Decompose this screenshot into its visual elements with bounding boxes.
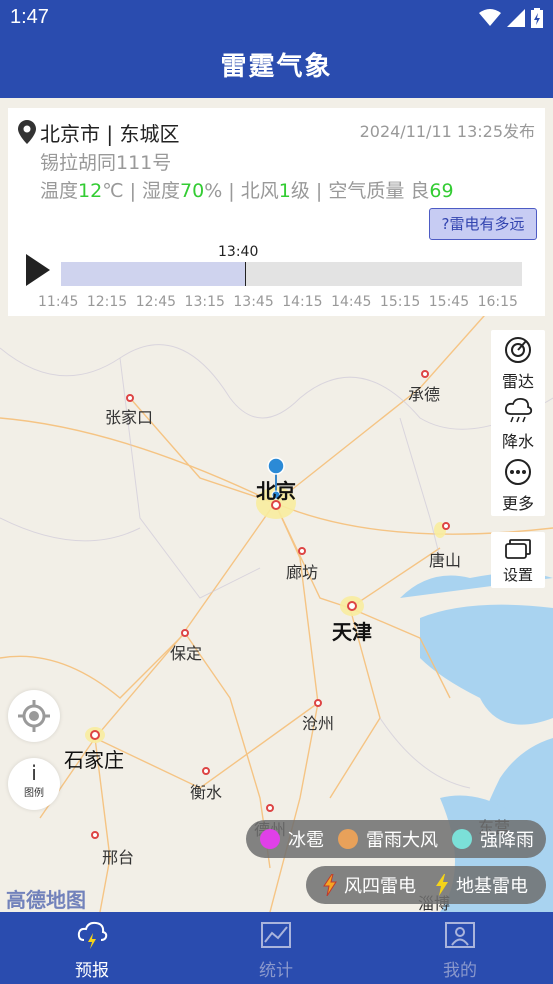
map-provider-logo: 高德地图	[6, 888, 86, 912]
location-pin-icon	[18, 120, 36, 144]
weather-info-card: 北京市 | 东城区 2024/11/11 13:25发布 锡拉胡同111号 温度…	[8, 108, 545, 316]
tab-profile-label: 我的	[443, 961, 477, 981]
city-hengshui: 衡水	[190, 783, 223, 802]
crosshair-icon	[18, 700, 50, 732]
play-icon[interactable]	[26, 254, 50, 286]
radar-icon	[505, 337, 531, 363]
lightning-icon	[436, 874, 448, 896]
temp-unit: ℃ | 湿度	[102, 180, 181, 202]
city-zhangjiakou: 张家口	[105, 408, 154, 427]
cloud-lightning-icon	[77, 921, 108, 949]
legend-button[interactable]: i 图例	[8, 758, 60, 810]
info-icon: i	[31, 761, 37, 785]
legend-heavy-rain: 强降雨	[480, 830, 534, 851]
city-beijing: 北京	[256, 479, 296, 503]
tick-label: 13:15	[184, 294, 225, 310]
page-title: 雷霆气象	[220, 52, 333, 82]
legend-storm-wind: 雷雨大风	[366, 830, 438, 851]
lightning-icon	[323, 874, 337, 896]
tick-label: 14:45	[331, 294, 372, 310]
tab-stats[interactable]: 统计	[184, 912, 368, 984]
publish-time: 2024/11/11 13:25发布	[359, 122, 535, 141]
tick-label: 13:45	[233, 294, 274, 310]
status-bar: 1:47	[0, 0, 553, 36]
legend-button-label: 图例	[24, 788, 44, 799]
weather-summary: 温度12℃ | 湿度70% | 北风1级 | 空气质量 良69	[40, 176, 454, 203]
status-icons	[479, 8, 543, 28]
temp-label: 温度	[40, 180, 79, 202]
temp-value: 12	[78, 180, 103, 202]
precip-label: 降水	[501, 432, 534, 451]
tab-profile[interactable]: 我的	[368, 912, 552, 984]
wifi-icon	[479, 9, 501, 26]
tick-label: 16:15	[477, 294, 518, 310]
air-prefix: 级 | 空气质量 良	[290, 180, 430, 202]
storm-wind-dot-icon	[338, 829, 358, 849]
address: 锡拉胡同111号	[40, 152, 172, 174]
layers-icon	[505, 539, 531, 559]
precip-button[interactable]: 降水	[491, 396, 545, 452]
city-cangzhou: 沧州	[302, 714, 335, 733]
more-button[interactable]: 更多	[491, 458, 545, 514]
city-xingtai: 邢台	[102, 848, 135, 867]
timeline-progress	[61, 262, 246, 286]
battery-icon	[531, 8, 543, 28]
tick-label: 12:15	[86, 294, 128, 310]
tick-label: 15:15	[379, 294, 421, 310]
status-time: 1:47	[10, 6, 49, 28]
tab-stats-label: 统计	[259, 961, 293, 981]
timeline-ticks: 11:45 12:15 12:45 13:15 13:45 14:15 14:4…	[38, 294, 518, 310]
location-name: 北京市 | 东城区	[40, 122, 180, 146]
city-shijiazhuang: 石家庄	[64, 748, 124, 772]
user-icon	[445, 922, 475, 948]
locate-button[interactable]	[8, 690, 60, 742]
legend-wind4: 风四雷电	[344, 876, 416, 897]
legend-ground: 地基雷电	[456, 876, 528, 897]
settings-button[interactable]: 设置	[491, 532, 545, 588]
map-side-toolbar: 雷达 降水 更多	[491, 330, 545, 516]
bottom-tab-bar: 预报 统计 我的	[0, 912, 553, 984]
tick-label: 14:15	[282, 294, 323, 310]
tick-label: 11:45	[38, 294, 79, 310]
weather-legend: 冰雹 雷雨大风 强降雨	[246, 820, 546, 858]
more-label: 更多	[501, 494, 534, 513]
wind-value: 1	[278, 180, 291, 202]
city-tianjin: 天津	[332, 620, 372, 644]
tab-forecast-label: 预报	[75, 961, 109, 981]
humidity-value: 70	[180, 180, 205, 202]
app-bar: 雷霆气象	[0, 36, 553, 98]
lightning-legend: 风四雷电 地基雷电	[306, 866, 546, 904]
city-baoding: 保定	[170, 644, 203, 663]
heavy-rain-dot-icon	[452, 829, 472, 849]
tab-forecast[interactable]: 预报	[0, 912, 184, 984]
settings-label: 设置	[502, 566, 533, 584]
cloud-rain-icon	[504, 397, 533, 423]
chart-icon	[261, 922, 291, 948]
timeline-slider[interactable]	[61, 262, 522, 286]
city-langfang: 廊坊	[286, 563, 319, 582]
signal-icon	[507, 9, 525, 27]
tick-label: 15:45	[428, 294, 470, 310]
legend-hail: 冰雹	[288, 830, 324, 851]
aqi-value: 69	[429, 180, 454, 202]
hail-dot-icon	[260, 829, 280, 849]
thunder-distance-button[interactable]: ?雷电有多远	[429, 208, 537, 240]
wind-prefix: % | 北风	[204, 180, 279, 202]
radar-label: 雷达	[501, 372, 534, 391]
tick-label: 12:45	[135, 294, 177, 310]
city-chengde: 承德	[408, 385, 441, 404]
more-icon	[505, 459, 531, 485]
city-tangshan: 唐山	[429, 551, 462, 570]
timeline-cursor[interactable]	[245, 262, 247, 286]
radar-button[interactable]: 雷达	[491, 336, 545, 392]
timeline-current-time: 13:40	[218, 244, 259, 260]
